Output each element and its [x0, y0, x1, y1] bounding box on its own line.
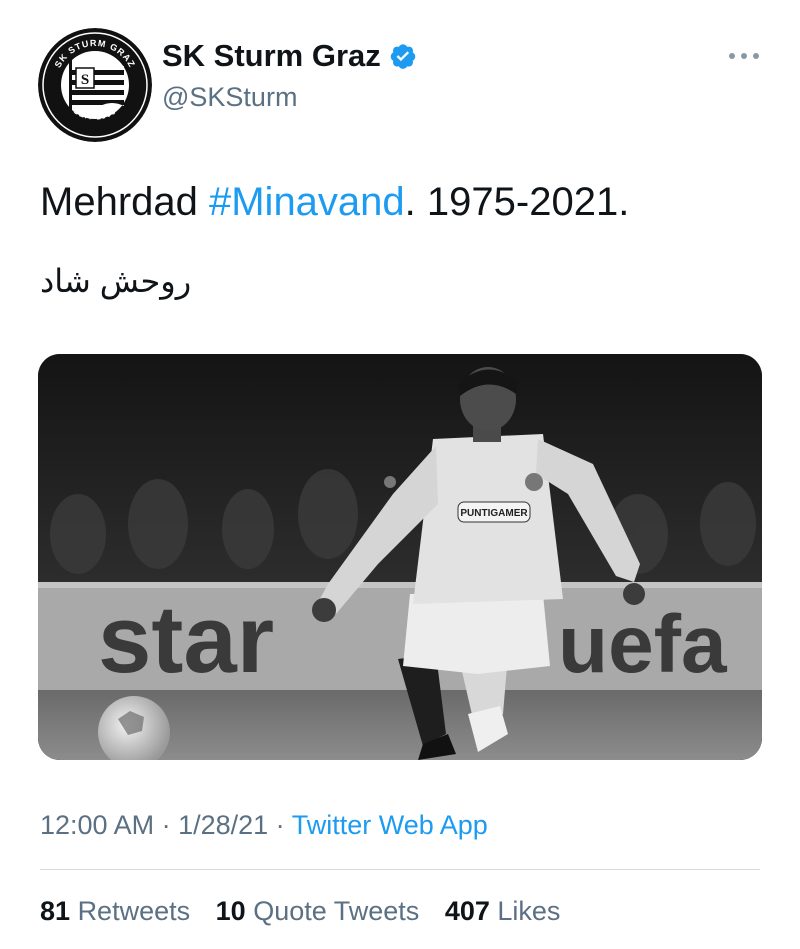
- tweet-meta: 12:00 AM · 1/28/21 · Twitter Web App: [40, 810, 488, 841]
- svg-text:S: S: [81, 72, 89, 88]
- account-handle[interactable]: @SKSturm: [162, 82, 297, 113]
- sk-sturm-graz-crest-icon: SK STURM GRAZ SEIT 1909 S: [38, 28, 152, 142]
- football-player-photo: star uefa PUNTIGAMER: [38, 354, 762, 760]
- tweet-text-after: . 1975-2021.: [404, 180, 630, 224]
- sponsor-text: PUNTIGAMER: [460, 508, 528, 519]
- likes-count: 407: [444, 896, 490, 926]
- account-name-row[interactable]: SK Sturm Graz: [162, 38, 417, 74]
- account-name[interactable]: SK Sturm Graz: [162, 38, 381, 74]
- tweet-text: Mehrdad #Minavand. 1975-2021.: [40, 180, 629, 225]
- likes-stat[interactable]: 407 Likes: [445, 896, 561, 926]
- account-avatar[interactable]: SK STURM GRAZ SEIT 1909 S: [38, 28, 152, 142]
- tweet-time[interactable]: 12:00 AM: [40, 810, 154, 840]
- tweet-text-persian: روحش شاد: [40, 263, 192, 299]
- retweets-label: Retweets: [77, 896, 191, 926]
- board-text-right: uefa: [558, 599, 728, 690]
- divider: [40, 869, 760, 870]
- tweet-text-before: Mehrdad: [40, 180, 209, 224]
- more-options-icon: [729, 53, 759, 59]
- source-app-link[interactable]: Twitter Web App: [292, 810, 488, 840]
- quote-tweets-stat[interactable]: 10 Quote Tweets: [216, 896, 420, 926]
- board-text-left: star: [98, 586, 274, 693]
- tweet-date[interactable]: 1/28/21: [178, 810, 268, 840]
- retweets-stat[interactable]: 81 Retweets: [40, 896, 190, 926]
- likes-label: Likes: [497, 896, 561, 926]
- tweet-photo[interactable]: star uefa PUNTIGAMER: [38, 354, 762, 760]
- quote-tweets-count: 10: [215, 896, 246, 926]
- meta-separator: ·: [268, 810, 292, 840]
- verified-badge-icon: [389, 42, 417, 70]
- tweet-stats: 81 Retweets 10 Quote Tweets 407 Likes: [40, 896, 578, 927]
- meta-separator: ·: [154, 810, 179, 840]
- quote-tweets-label: Quote Tweets: [253, 896, 420, 926]
- hashtag-link[interactable]: #Minavand: [209, 180, 405, 224]
- more-options-button[interactable]: [724, 46, 764, 66]
- retweets-count: 81: [40, 896, 71, 926]
